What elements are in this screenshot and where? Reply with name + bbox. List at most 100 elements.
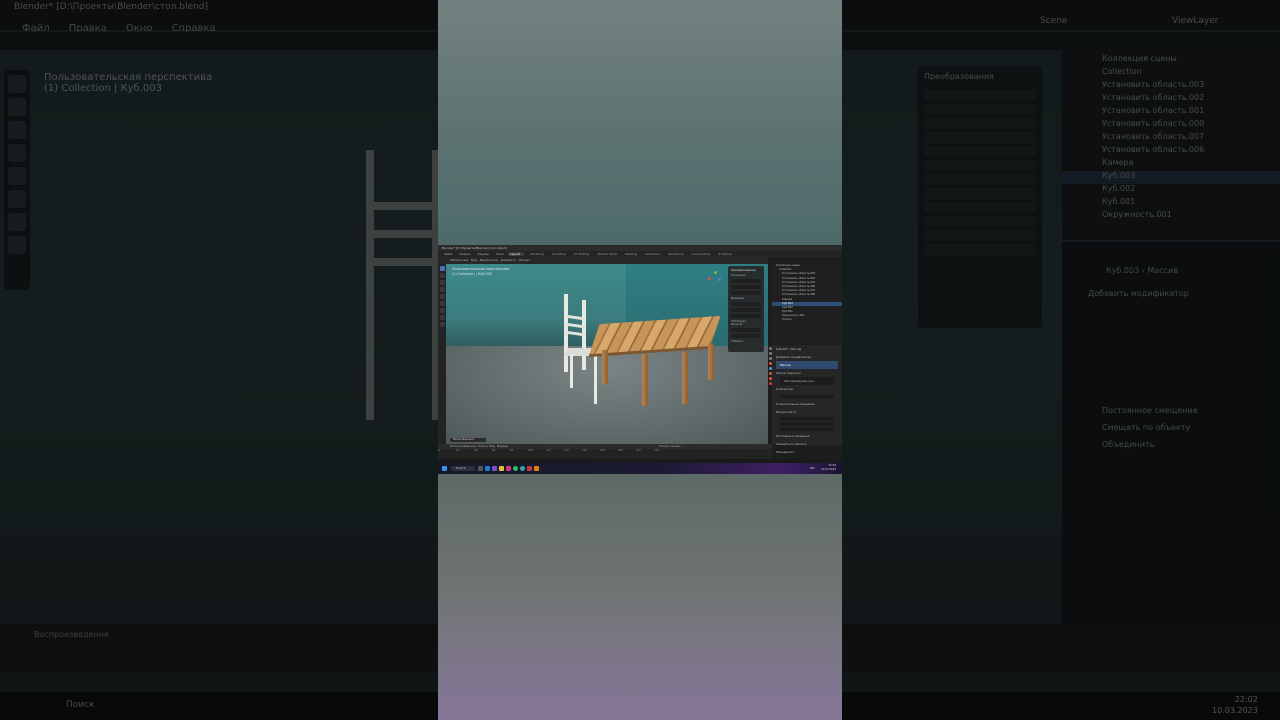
timeline-marker-menu[interactable]: Маркер xyxy=(497,444,508,448)
language-indicator[interactable]: РУС xyxy=(810,467,815,470)
breadcrumb-object: Куб.003 xyxy=(776,347,788,351)
clock-date: 10.03.2023 xyxy=(821,468,836,471)
menu-file[interactable]: Файл xyxy=(444,252,452,256)
viewport-menu-add[interactable]: Добавить xyxy=(501,258,516,262)
measure-icon[interactable] xyxy=(439,315,445,320)
menu-window[interactable]: Окно xyxy=(496,252,504,256)
select-box-icon[interactable] xyxy=(439,266,445,271)
tab-rendering[interactable]: Rendering xyxy=(668,252,683,256)
modifier-name-field[interactable]: Массив xyxy=(776,361,838,369)
timeline-keying-menu[interactable]: Ключи xyxy=(478,444,488,448)
count-field[interactable] xyxy=(780,394,834,399)
timeline-tick: 80 xyxy=(510,449,514,452)
tab-texture-paint[interactable]: Texture Paint xyxy=(597,252,616,256)
outliner: Коллекция сцены Collection Установить об… xyxy=(772,264,842,344)
fit-type-select[interactable]: Фиксированное кол... xyxy=(780,377,834,385)
factor-x-field[interactable] xyxy=(780,417,834,421)
cursor-icon[interactable] xyxy=(439,273,445,278)
npanel-title: Преобразования xyxy=(731,268,756,272)
gizmo-z-icon[interactable] xyxy=(718,278,721,281)
properties-breadcrumb: Куб.003 › Массив xyxy=(776,347,802,351)
taskbar-search[interactable]: Поиск xyxy=(451,466,475,471)
timeline-tick: 160 xyxy=(582,449,587,452)
menu-render[interactable]: Рендер xyxy=(478,252,489,256)
npanel-dimensions-label: Габариты xyxy=(731,340,744,343)
gizmo-y-icon[interactable] xyxy=(714,271,717,274)
table-top xyxy=(589,315,721,355)
timeline-tick: 240 xyxy=(654,449,659,452)
app-icon[interactable] xyxy=(492,465,497,471)
rotate-icon[interactable] xyxy=(439,287,445,292)
npanel-rotation-label: Вращение xyxy=(731,297,744,300)
add-modifier-button[interactable]: Добавить модификатор xyxy=(772,353,842,361)
count-label: Количество xyxy=(776,387,794,391)
npanel-location-label: Положение xyxy=(731,274,746,277)
yandex-icon[interactable] xyxy=(499,465,504,471)
timeline-playback-menu[interactable]: Воспроизведение xyxy=(450,444,476,448)
whatsapp-icon[interactable] xyxy=(513,465,518,471)
operator-notification[interactable]: Масштабировать xyxy=(450,438,486,442)
location-z-field[interactable] xyxy=(731,291,761,295)
timeline-view-menu[interactable]: Вид xyxy=(489,444,495,448)
timeline-tick: 60 xyxy=(492,449,496,452)
rotation-z-field[interactable] xyxy=(731,314,761,318)
navigation-gizmo[interactable] xyxy=(708,271,722,285)
factor-z-field[interactable] xyxy=(780,427,834,431)
location-y-field[interactable] xyxy=(731,285,761,289)
tab-uv-editing[interactable]: UV Editing xyxy=(574,252,590,256)
viewport-menu-object[interactable]: Объект xyxy=(519,258,531,262)
timeline-tick: 140 xyxy=(564,449,569,452)
location-x-field[interactable] xyxy=(731,279,761,283)
scale-y-field[interactable] xyxy=(731,334,761,338)
viewport-object-label: (1) Collection | Куб.003 xyxy=(452,272,493,276)
add-cube-icon[interactable] xyxy=(439,322,445,327)
timeline-end-label: Конец xyxy=(671,444,681,448)
tab-scripting[interactable]: Scripting xyxy=(718,252,731,256)
taskbar-clock[interactable]: 22:02 10.03.2023 xyxy=(821,464,836,472)
subpanel-object-offset[interactable]: Смещать по объекту xyxy=(772,440,842,448)
timeline-tick: 100 xyxy=(528,449,533,452)
start-icon[interactable] xyxy=(442,465,447,471)
3d-viewport[interactable]: Пользовательская перспектива (1) Collect… xyxy=(446,264,768,444)
relative-offset-checkbox[interactable]: Относительное смещение xyxy=(772,400,842,408)
app-icon[interactable] xyxy=(527,465,532,471)
scale-x-field[interactable] xyxy=(731,328,761,332)
tab-layout[interactable]: Layout xyxy=(508,252,523,256)
viewport-mode[interactable]: Объектный xyxy=(450,258,468,262)
tab-sculpting[interactable]: Sculpting xyxy=(552,252,566,256)
annotate-icon[interactable] xyxy=(439,308,445,313)
menu-edit[interactable]: Правка xyxy=(459,252,470,256)
outliner-row[interactable]: Стекло xyxy=(772,318,842,322)
move-icon[interactable] xyxy=(439,280,445,285)
tab-animation[interactable]: Animation xyxy=(645,252,660,256)
timeline-ruler[interactable]: 0 20 40 60 80 100 120 140 160 180 200 220 240 xyxy=(438,449,772,454)
timeline-start-label: Начало xyxy=(658,444,670,448)
rotation-y-field[interactable] xyxy=(731,308,761,312)
blender-icon[interactable] xyxy=(534,465,539,471)
tab-compositing[interactable]: Compositing xyxy=(691,252,710,256)
timeline-tick: 120 xyxy=(546,449,551,452)
viewport-menu-select[interactable]: Выделение xyxy=(480,258,498,262)
explorer-icon[interactable] xyxy=(478,465,483,471)
properties-editor: Куб.003 › Массив Добавить модификатор Ма… xyxy=(772,345,842,470)
factor-label: Множитель X xyxy=(776,409,796,414)
timeline-tick: 220 xyxy=(636,449,641,452)
subpanel-constant-offset[interactable]: Постоянное смещение xyxy=(772,432,842,440)
timeline-tick: 200 xyxy=(618,449,623,452)
tab-modeling[interactable]: Modeling xyxy=(530,252,544,256)
chrome-icon[interactable] xyxy=(520,465,525,471)
subpanel-merge[interactable]: Объединить xyxy=(772,448,842,456)
column-glow xyxy=(438,600,842,720)
transform-icon[interactable] xyxy=(439,301,445,306)
tool-shelf xyxy=(438,264,446,444)
factor-y-field[interactable] xyxy=(780,422,834,426)
viewport-menu-view[interactable]: Вид xyxy=(471,258,477,262)
gizmo-x-icon[interactable] xyxy=(708,277,711,280)
scale-icon[interactable] xyxy=(439,294,445,299)
blender-window: Blender* [D:\Проекты\Blender\стол.blend]… xyxy=(438,245,842,474)
edge-icon[interactable] xyxy=(485,465,490,471)
n-panel-transform: Преобразования Положение Вращение XYZ Эй… xyxy=(728,266,764,352)
app-icon[interactable] xyxy=(506,465,511,471)
tab-shading[interactable]: Shading xyxy=(625,252,637,256)
rotation-x-field[interactable] xyxy=(731,302,761,306)
